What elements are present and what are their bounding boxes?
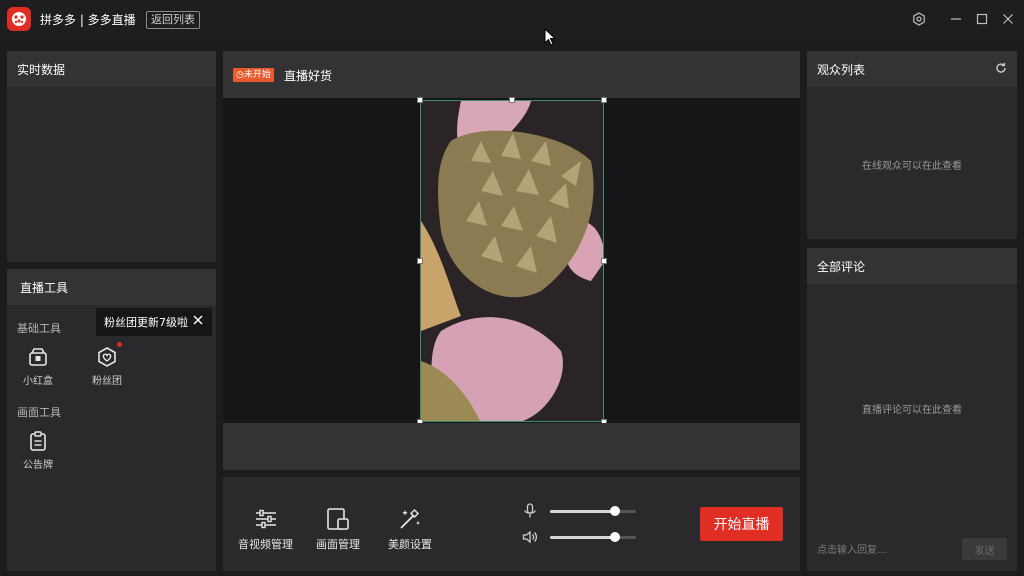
tool-gift-box[interactable]: 小红盒	[13, 346, 63, 387]
gift-box-icon	[27, 346, 49, 368]
av-management-button[interactable]: 音视频管理	[238, 506, 293, 552]
live-tools-title: 直播工具	[7, 269, 216, 305]
beauty-settings-label: 美颜设置	[388, 538, 432, 551]
basic-tools-label: 基础工具	[17, 322, 61, 335]
settings-gear-icon[interactable]	[911, 11, 927, 27]
realtime-data-title: 实时数据	[7, 51, 216, 87]
start-live-button[interactable]: 开始直播	[700, 507, 783, 541]
mouse-cursor-icon	[544, 27, 557, 49]
tool-fan-club-label: 粉丝团	[92, 376, 122, 387]
screen-tools-label: 画面工具	[17, 406, 61, 419]
resize-handle-r[interactable]	[601, 258, 607, 264]
speaker-icon[interactable]	[522, 530, 538, 547]
speaker-volume-fill	[550, 536, 615, 539]
back-to-list-button[interactable]: 返回列表	[146, 11, 200, 29]
fan-club-heart-icon	[96, 342, 122, 368]
tool-fan-club[interactable]: 粉丝团	[82, 342, 132, 387]
comments-title: 全部评论	[807, 248, 1017, 284]
minimize-icon[interactable]	[948, 11, 964, 27]
camera-preview[interactable]	[420, 100, 604, 422]
speaker-volume-knob[interactable]	[610, 532, 620, 542]
maximize-icon[interactable]	[974, 11, 990, 27]
stage-title: 直播好货	[284, 69, 333, 83]
refresh-icon[interactable]	[995, 62, 1007, 77]
stage-footer	[223, 423, 800, 470]
screen-layout-icon	[325, 506, 351, 532]
viewer-list-panel: 观众列表 在线观众可以在此查看	[807, 51, 1017, 239]
comments-empty-text: 直播评论可以在此查看	[862, 405, 962, 416]
viewer-list-header: 观众列表	[807, 51, 1017, 87]
pinduoduo-logo-icon	[7, 7, 31, 31]
send-reply-button[interactable]: 发送	[962, 538, 1007, 560]
resize-handle-tl[interactable]	[417, 97, 423, 103]
mic-volume-fill	[550, 510, 615, 513]
notice-board-icon	[27, 430, 49, 452]
resize-handle-tr[interactable]	[601, 97, 607, 103]
reply-input[interactable]: 点击输入回复...	[817, 541, 887, 556]
tooltip-close-icon[interactable]	[192, 314, 204, 329]
screen-management-button[interactable]: 画面管理	[316, 506, 360, 552]
app-title: 拼多多 | 多多直播	[40, 13, 136, 27]
av-management-label: 音视频管理	[238, 538, 293, 551]
tool-gift-box-label: 小红盒	[23, 376, 53, 387]
status-badge: ◷未开始	[233, 68, 274, 82]
magic-wand-icon	[397, 506, 423, 532]
tool-notice-board-label: 公告牌	[23, 460, 53, 471]
clock-icon: ◷	[236, 70, 244, 80]
new-dot-badge	[117, 342, 122, 347]
beauty-settings-button[interactable]: 美颜设置	[388, 506, 432, 552]
viewer-list-title: 观众列表	[817, 62, 866, 77]
fan-club-update-tooltip: 粉丝团更新7级啦	[96, 308, 212, 336]
realtime-data-panel: 实时数据	[7, 51, 216, 262]
resize-handle-l[interactable]	[417, 258, 423, 264]
resize-handle-t[interactable]	[509, 97, 515, 103]
screen-management-label: 画面管理	[316, 538, 360, 551]
viewer-empty-text: 在线观众可以在此查看	[862, 161, 962, 172]
sliders-icon	[253, 506, 279, 532]
tooltip-text: 粉丝团更新7级啦	[104, 316, 188, 329]
tool-notice-board[interactable]: 公告牌	[13, 430, 63, 471]
close-icon[interactable]	[1000, 11, 1016, 27]
microphone-icon[interactable]	[523, 503, 537, 522]
comments-panel: 全部评论 直播评论可以在此查看	[807, 248, 1017, 571]
mic-volume-knob[interactable]	[610, 506, 620, 516]
